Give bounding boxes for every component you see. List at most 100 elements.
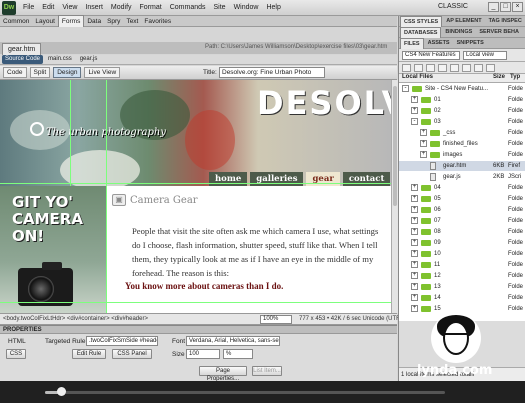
site-select[interactable]: CS4 New Features [402, 50, 460, 60]
checkout-icon[interactable] [450, 63, 459, 72]
insert-tab-forms[interactable]: Forms [57, 15, 85, 27]
expand-icon[interactable]: + [411, 294, 418, 301]
panel-tab-snippets[interactable]: SNIPPETS [454, 38, 487, 48]
file-row[interactable]: +05 Folde [399, 194, 525, 204]
code-view-button[interactable]: Code [3, 67, 27, 78]
design-view-button[interactable]: Design [53, 67, 82, 78]
put-files-icon[interactable] [438, 63, 447, 72]
insert-tab-spry[interactable]: Spry [104, 16, 123, 27]
expand-icon[interactable]: + [411, 228, 418, 235]
title-input[interactable]: Desolve.org: Fine Urban Photo [219, 67, 325, 78]
html-mode-label[interactable]: HTML [8, 338, 26, 345]
insert-tab-layout[interactable]: Layout [32, 16, 58, 27]
expand-icon[interactable] [486, 63, 495, 72]
menu-item-file[interactable]: File [19, 4, 38, 11]
view-select[interactable]: Local view [463, 50, 507, 60]
menu-item-edit[interactable]: Edit [38, 4, 58, 11]
player-progress-track[interactable] [45, 391, 445, 394]
font-select[interactable]: Verdana, Arial, Helvetica, sans-serif [186, 336, 280, 346]
file-row[interactable]: +06 Folde [399, 205, 525, 215]
size-select[interactable]: 100 [186, 349, 220, 359]
file-row[interactable]: +04 Folde [399, 183, 525, 193]
local-files-header[interactable]: Local Files [402, 74, 433, 80]
panel-tab-ap-element[interactable]: AP ELEMENT [443, 16, 484, 26]
expand-icon[interactable]: + [420, 140, 427, 147]
get-files-icon[interactable] [426, 63, 435, 72]
expand-icon[interactable]: + [411, 96, 418, 103]
expand-icon[interactable]: + [411, 184, 418, 191]
related-file-2[interactable]: gear.js [77, 55, 101, 64]
file-row[interactable]: gear.htm 6KB Firef [399, 161, 525, 171]
panel-tab-server-beha[interactable]: SERVER BEHA [476, 27, 522, 37]
minimize-icon[interactable]: _ [488, 2, 499, 12]
file-row[interactable]: +14 Folde [399, 293, 525, 303]
file-row[interactable]: +10 Folde [399, 249, 525, 259]
expand-icon[interactable]: + [411, 239, 418, 246]
type-header[interactable]: Typ [510, 74, 520, 80]
expand-icon[interactable]: + [411, 272, 418, 279]
expand-icon[interactable]: + [411, 283, 418, 290]
file-row[interactable]: +01 Folde [399, 95, 525, 105]
workspace-switcher[interactable]: CLASSIC [438, 3, 468, 10]
menu-item-site[interactable]: Site [210, 4, 230, 11]
zoom-select[interactable]: 100% [260, 315, 292, 324]
split-view-button[interactable]: Split [29, 67, 51, 78]
expand-icon[interactable]: + [420, 129, 427, 136]
edit-rule-button[interactable]: Edit Rule [72, 349, 106, 359]
file-row[interactable]: +02 Folde [399, 106, 525, 116]
expand-icon[interactable]: + [411, 206, 418, 213]
panel-tab-bindings[interactable]: BINDINGS [442, 27, 475, 37]
tab-gear-htm[interactable]: gear.htm [2, 42, 42, 55]
insert-tab-text[interactable]: Text [123, 16, 141, 27]
design-view[interactable]: The urban photography DESOLVE homegaller… [0, 80, 397, 313]
menu-item-window[interactable]: Window [230, 4, 263, 11]
file-row[interactable]: - 03 Folde [399, 117, 525, 127]
file-row[interactable]: +13 Folde [399, 282, 525, 292]
targeted-rule-select[interactable]: .twoColFixSmSide #heade [86, 336, 158, 346]
insert-tab-favorites[interactable]: Favorites [141, 16, 174, 27]
page-properties-button[interactable]: Page Properties... [199, 366, 247, 382]
css-mode-button[interactable]: CSS [6, 349, 26, 359]
expand-icon[interactable]: - [402, 85, 409, 92]
panel-tab-databases[interactable]: DATABASES [400, 26, 442, 38]
panel-tab-css-styles[interactable]: CSS STYLES [400, 15, 443, 27]
file-row[interactable]: + _css Folde [399, 128, 525, 138]
close-icon[interactable]: × [512, 2, 523, 12]
related-file-1[interactable]: main.css [45, 55, 75, 64]
expand-icon[interactable]: + [420, 151, 427, 158]
expand-icon[interactable]: + [411, 195, 418, 202]
panel-tab-tag-inspec[interactable]: TAG INSPEC [486, 16, 525, 26]
live-view-button[interactable]: Live View [84, 67, 121, 78]
sync-icon[interactable] [474, 63, 483, 72]
tag-selector[interactable]: <body.twoColFixLtHdr> <div#container> <d… [3, 316, 148, 322]
expand-icon[interactable]: + [411, 305, 418, 312]
list-item-button[interactable]: List Item... [252, 366, 282, 376]
expand-icon[interactable]: + [411, 107, 418, 114]
file-row[interactable]: +11 Folde [399, 260, 525, 270]
file-row[interactable]: + images Folde [399, 150, 525, 160]
design-scrollbar[interactable] [391, 80, 398, 313]
panel-tab-assets[interactable]: ASSETS [425, 38, 453, 48]
related-file-0[interactable]: Source Code [2, 55, 44, 64]
menu-item-insert[interactable]: Insert [81, 4, 107, 11]
css-panel-button[interactable]: CSS Panel [112, 349, 152, 359]
size-header[interactable]: Size [493, 74, 505, 80]
file-row[interactable]: +09 Folde [399, 238, 525, 248]
player-scrubber[interactable] [57, 387, 66, 396]
file-row[interactable]: +12 Folde [399, 271, 525, 281]
panel-tab-files[interactable]: FILES [400, 37, 424, 49]
expand-icon[interactable]: + [411, 261, 418, 268]
insert-tab-common[interactable]: Common [0, 16, 32, 27]
file-row[interactable]: +08 Folde [399, 227, 525, 237]
checkin-icon[interactable] [462, 63, 471, 72]
file-row[interactable]: + finished_files Folde [399, 139, 525, 149]
expand-icon[interactable]: - [411, 118, 418, 125]
menu-item-help[interactable]: Help [262, 4, 284, 11]
menu-item-commands[interactable]: Commands [166, 4, 210, 11]
menu-item-modify[interactable]: Modify [107, 4, 136, 11]
maximize-icon[interactable]: □ [500, 2, 511, 12]
file-row[interactable]: +07 Folde [399, 216, 525, 226]
expand-icon[interactable]: + [411, 250, 418, 257]
menu-item-format[interactable]: Format [136, 4, 166, 11]
expand-icon[interactable]: + [411, 217, 418, 224]
